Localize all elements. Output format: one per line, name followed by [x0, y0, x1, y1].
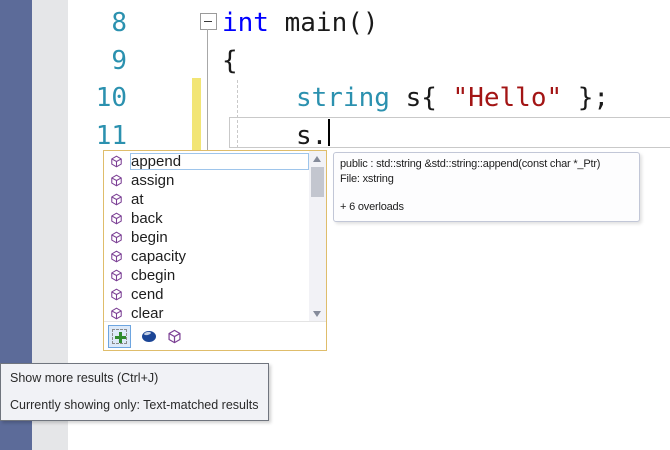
- code-line[interactable]: {: [222, 43, 238, 80]
- code-token: s{: [389, 83, 453, 113]
- method-cube-icon: [110, 307, 123, 320]
- completion-item[interactable]: cend: [104, 285, 309, 304]
- results-status-tooltip: Show more results (Ctrl+J) Currently sho…: [0, 363, 269, 421]
- scroll-up-icon[interactable]: [313, 156, 321, 162]
- completion-item[interactable]: capacity: [104, 247, 309, 266]
- line-number: 9: [111, 45, 127, 76]
- completion-item[interactable]: begin: [104, 228, 309, 247]
- completion-item-label: cend: [131, 286, 164, 303]
- code-token: {: [222, 45, 238, 76]
- method-cube-icon: [110, 250, 123, 263]
- current-line-highlight: [229, 117, 670, 148]
- completion-item-box: assign: [130, 172, 309, 189]
- completion-list: append assign at back begin capacity cbegin cen…: [104, 152, 309, 323]
- methods-filter-icon[interactable]: [167, 329, 182, 344]
- vs-editor-window: 8 9 10 11 int main(){string s{ "Hello" }; s.…: [0, 0, 670, 450]
- code-line[interactable]: int main(): [222, 5, 379, 42]
- completion-item-box: cend: [130, 286, 309, 303]
- completion-item[interactable]: back: [104, 209, 309, 228]
- completion-item-box: clear: [130, 305, 309, 322]
- completion-item-box: cbegin: [130, 267, 309, 284]
- method-cube-icon: [110, 269, 123, 282]
- signature-file: File: xstring: [340, 173, 394, 185]
- completion-item-label: begin: [131, 229, 168, 246]
- completion-item-box: back: [130, 210, 309, 227]
- method-cube-icon: [110, 155, 123, 168]
- code-token: int: [222, 8, 269, 38]
- keywords-filter-icon[interactable]: [142, 330, 156, 342]
- intellisense-popup: append assign at back begin capacity cbegin cen…: [103, 150, 327, 351]
- code-token: string: [296, 83, 390, 113]
- method-cube-icon: [110, 231, 123, 244]
- completion-item-label: at: [131, 191, 144, 208]
- code-token: "Hello": [452, 83, 563, 113]
- completion-item[interactable]: append: [104, 152, 309, 171]
- completion-item-label: append: [131, 153, 182, 170]
- scrollbar-thumb[interactable]: [311, 167, 324, 197]
- show-more-results-hint: Show more results (Ctrl+J): [10, 371, 159, 385]
- line-number: 11: [95, 120, 127, 151]
- show-more-results-icon[interactable]: [108, 324, 131, 348]
- completion-item-box: begin: [130, 229, 309, 246]
- method-cube-icon: [110, 288, 123, 301]
- completion-item-box: append: [130, 153, 309, 170]
- completion-item-box: at: [130, 191, 309, 208]
- method-cube-icon: [110, 212, 123, 225]
- completion-item-box: capacity: [130, 248, 309, 265]
- completion-filter-toolbar: [104, 321, 326, 350]
- completion-item-label: clear: [131, 305, 164, 322]
- changed-lines-bar: [192, 78, 201, 150]
- collapse-toggle[interactable]: [200, 13, 217, 30]
- text-caret: [328, 119, 330, 146]
- completion-item-label: capacity: [131, 248, 187, 265]
- completion-item-label: assign: [131, 172, 175, 189]
- method-cube-icon: [110, 174, 123, 187]
- scroll-down-icon[interactable]: [313, 311, 321, 317]
- line-number: 8: [111, 8, 127, 38]
- completion-item[interactable]: cbegin: [104, 266, 309, 285]
- method-cube-icon: [110, 193, 123, 206]
- completion-scrollbar[interactable]: [309, 151, 326, 322]
- completion-item-label: back: [131, 210, 163, 227]
- completion-item[interactable]: assign: [104, 171, 309, 190]
- collapse-minus-icon: [204, 21, 212, 22]
- code-token: main(): [268, 8, 379, 38]
- completion-item-label: cbegin: [131, 267, 176, 284]
- outline-scope-line: [207, 29, 208, 150]
- overloads-count: + 6 overloads: [340, 201, 404, 213]
- code-line[interactable]: string s{ "Hello" };: [296, 80, 609, 117]
- completion-item[interactable]: at: [104, 190, 309, 209]
- signature-tooltip: public : std::string &std::string::appen…: [333, 152, 640, 222]
- signature-text: public : std::string &std::string::appen…: [340, 158, 601, 170]
- line-number: 10: [95, 83, 127, 113]
- code-token: };: [562, 83, 610, 113]
- filter-status-text: Currently showing only: Text-matched res…: [10, 398, 259, 412]
